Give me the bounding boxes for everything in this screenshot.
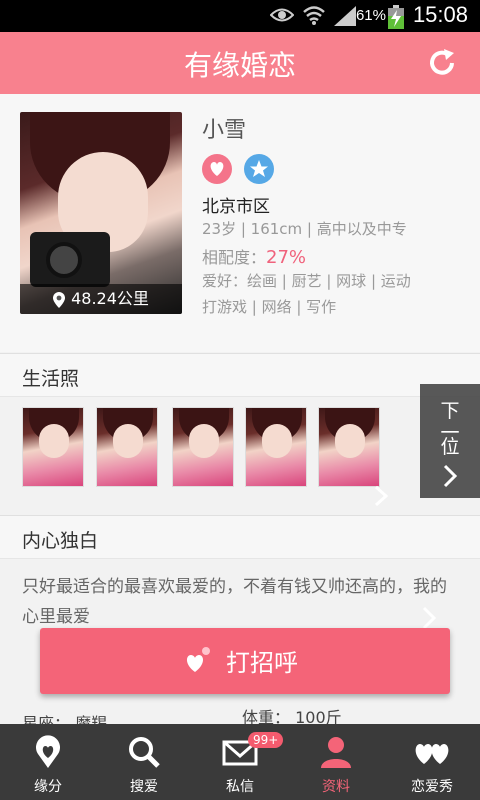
age-height-education: 23岁 | 161cm | 高中以及中专 xyxy=(202,220,407,238)
profile-card: 48.24公里 小雪 北京市区 23岁 | 161cm | 高中以及中专 相配度… xyxy=(0,94,480,352)
life-photo-thumb[interactable] xyxy=(96,407,158,487)
battery-percent: 61% xyxy=(355,7,386,24)
tab-label: 私信 xyxy=(226,779,254,795)
tab-label: 恋爱秀 xyxy=(411,779,453,795)
chevron-right-icon xyxy=(443,464,458,488)
title-bar: 有缘婚恋 xyxy=(0,32,480,94)
life-photo-thumb[interactable] xyxy=(318,407,380,487)
search-icon xyxy=(129,737,160,768)
unread-count-badge: 99+ xyxy=(248,732,284,748)
next-profile-button[interactable]: 下 一 位 xyxy=(420,384,480,498)
tab-messages[interactable]: 99+ 私信 xyxy=(192,724,288,800)
heart-pin-icon xyxy=(36,735,60,768)
profile-info: 小雪 北京市区 23岁 | 161cm | 高中以及中专 相配度：27% 爱好：… xyxy=(202,112,472,316)
user-icon xyxy=(321,737,351,768)
clock: 15:08 xyxy=(412,2,468,27)
match-degree: 相配度：27% xyxy=(202,244,306,268)
tab-fate[interactable]: 缘分 xyxy=(0,724,96,800)
tab-label: 搜爱 xyxy=(130,779,158,795)
tab-profile[interactable]: 资料 xyxy=(288,724,384,800)
life-photo-thumb[interactable] xyxy=(22,407,84,487)
user-name: 小雪 xyxy=(202,118,247,143)
star-badge-icon xyxy=(244,154,274,184)
two-hearts-icon xyxy=(415,744,449,764)
distance-value: 48.24公里 xyxy=(71,289,149,308)
signal-icon xyxy=(334,6,356,26)
life-photos xyxy=(0,397,480,517)
tab-label: 资料 xyxy=(322,779,350,795)
eye-icon xyxy=(270,8,294,22)
hobbies-line-2: 打游戏 | 网络 | 写作 xyxy=(202,298,337,316)
greet-button[interactable]: 打招呼 xyxy=(40,628,450,694)
life-photo-thumb[interactable] xyxy=(172,407,234,487)
tab-search[interactable]: 搜爱 xyxy=(96,724,192,800)
wifi-icon xyxy=(303,6,325,25)
match-label: 相配度： xyxy=(202,248,267,267)
chevron-right-icon[interactable] xyxy=(372,485,390,507)
status-bar: 61% 15:08 xyxy=(0,0,480,32)
section-photos-title: 生活照 xyxy=(22,368,80,390)
greet-button-label: 打招呼 xyxy=(226,649,298,677)
next-char-3: 位 xyxy=(440,436,460,458)
city: 北京市区 xyxy=(202,197,270,217)
heart-badge-icon xyxy=(202,154,232,184)
page-title: 有缘婚恋 xyxy=(183,49,296,82)
location-pin-icon xyxy=(53,291,66,308)
section-monologue-title: 内心独白 xyxy=(22,530,99,552)
refresh-icon[interactable] xyxy=(426,47,458,79)
section-monologue-header: 内心独白 xyxy=(0,515,480,559)
monologue-text: 只好最适合的最喜欢最爱的，不着有钱又帅还高的，我的心里最爱 xyxy=(22,577,447,627)
tab-label: 缘分 xyxy=(34,779,62,795)
bottom-tab-bar: 缘分 搜爱 99+ 私信 资料 恋爱秀 xyxy=(0,724,480,800)
distance-label: 48.24公里 xyxy=(20,284,182,314)
heart-icon xyxy=(186,647,210,672)
life-photo-thumb[interactable] xyxy=(245,407,307,487)
match-value: 27% xyxy=(266,247,307,268)
profile-photo[interactable]: 48.24公里 xyxy=(20,112,182,314)
tab-love-show[interactable]: 恋爱秀 xyxy=(384,724,480,800)
chevron-right-icon[interactable] xyxy=(420,606,438,630)
section-photos-header: 生活照 xyxy=(0,353,480,397)
battery-charging-icon xyxy=(388,5,404,29)
hobbies-line-1: 爱好：绘画 | 厨艺 | 网球 | 运动 xyxy=(202,272,411,290)
